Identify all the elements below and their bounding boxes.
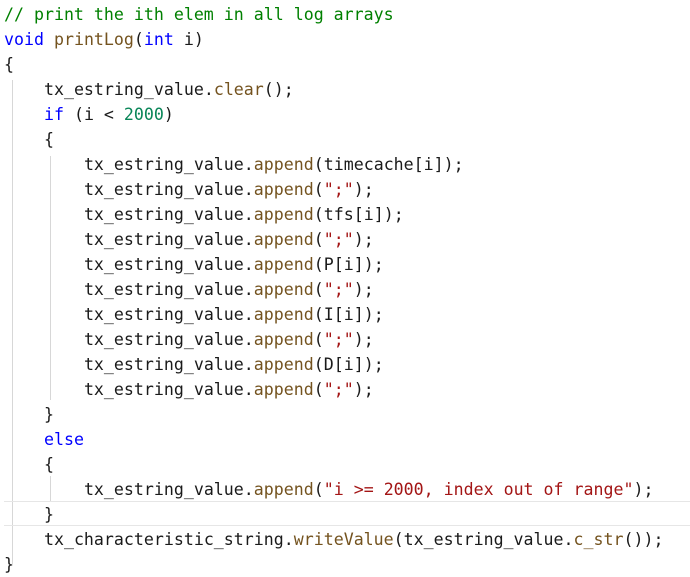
code-line[interactable]: {	[4, 452, 54, 477]
code-line[interactable]: {	[4, 52, 14, 77]
code-line[interactable]: tx_estring_value.append(I[i]);	[4, 302, 384, 327]
code-line[interactable]: tx_estring_value.append(";");	[4, 277, 374, 302]
current-line-highlight	[4, 501, 690, 526]
code-line[interactable]: else	[4, 427, 84, 452]
code-editor[interactable]: // print the ith elem in all log arrays v…	[0, 0, 690, 577]
code-line[interactable]: tx_estring_value.append(P[i]);	[4, 252, 384, 277]
code-line[interactable]: tx_estring_value.append(";");	[4, 177, 374, 202]
code-line[interactable]: }	[4, 502, 54, 527]
code-line[interactable]: }	[4, 552, 14, 577]
code-line[interactable]: tx_estring_value.append(tfs[i]);	[4, 202, 404, 227]
code-line[interactable]: tx_characteristic_string.writeValue(tx_e…	[4, 527, 663, 552]
code-line[interactable]: }	[4, 402, 54, 427]
code-line[interactable]: tx_estring_value.append(timecache[i]);	[4, 152, 464, 177]
code-line[interactable]: {	[4, 127, 54, 152]
code-line[interactable]: tx_estring_value.append(";");	[4, 227, 374, 252]
code-line[interactable]: tx_estring_value.append("i >= 2000, inde…	[4, 477, 654, 502]
code-line[interactable]: tx_estring_value.append(";");	[4, 377, 374, 402]
code-line[interactable]: if (i < 2000)	[4, 102, 174, 127]
code-line[interactable]: // print the ith elem in all log arrays	[4, 2, 394, 27]
code-line[interactable]: tx_estring_value.clear();	[4, 77, 294, 102]
code-line[interactable]: tx_estring_value.append(";");	[4, 327, 374, 352]
code-line[interactable]: tx_estring_value.append(D[i]);	[4, 352, 384, 377]
code-line[interactable]: void printLog(int i)	[4, 27, 204, 52]
